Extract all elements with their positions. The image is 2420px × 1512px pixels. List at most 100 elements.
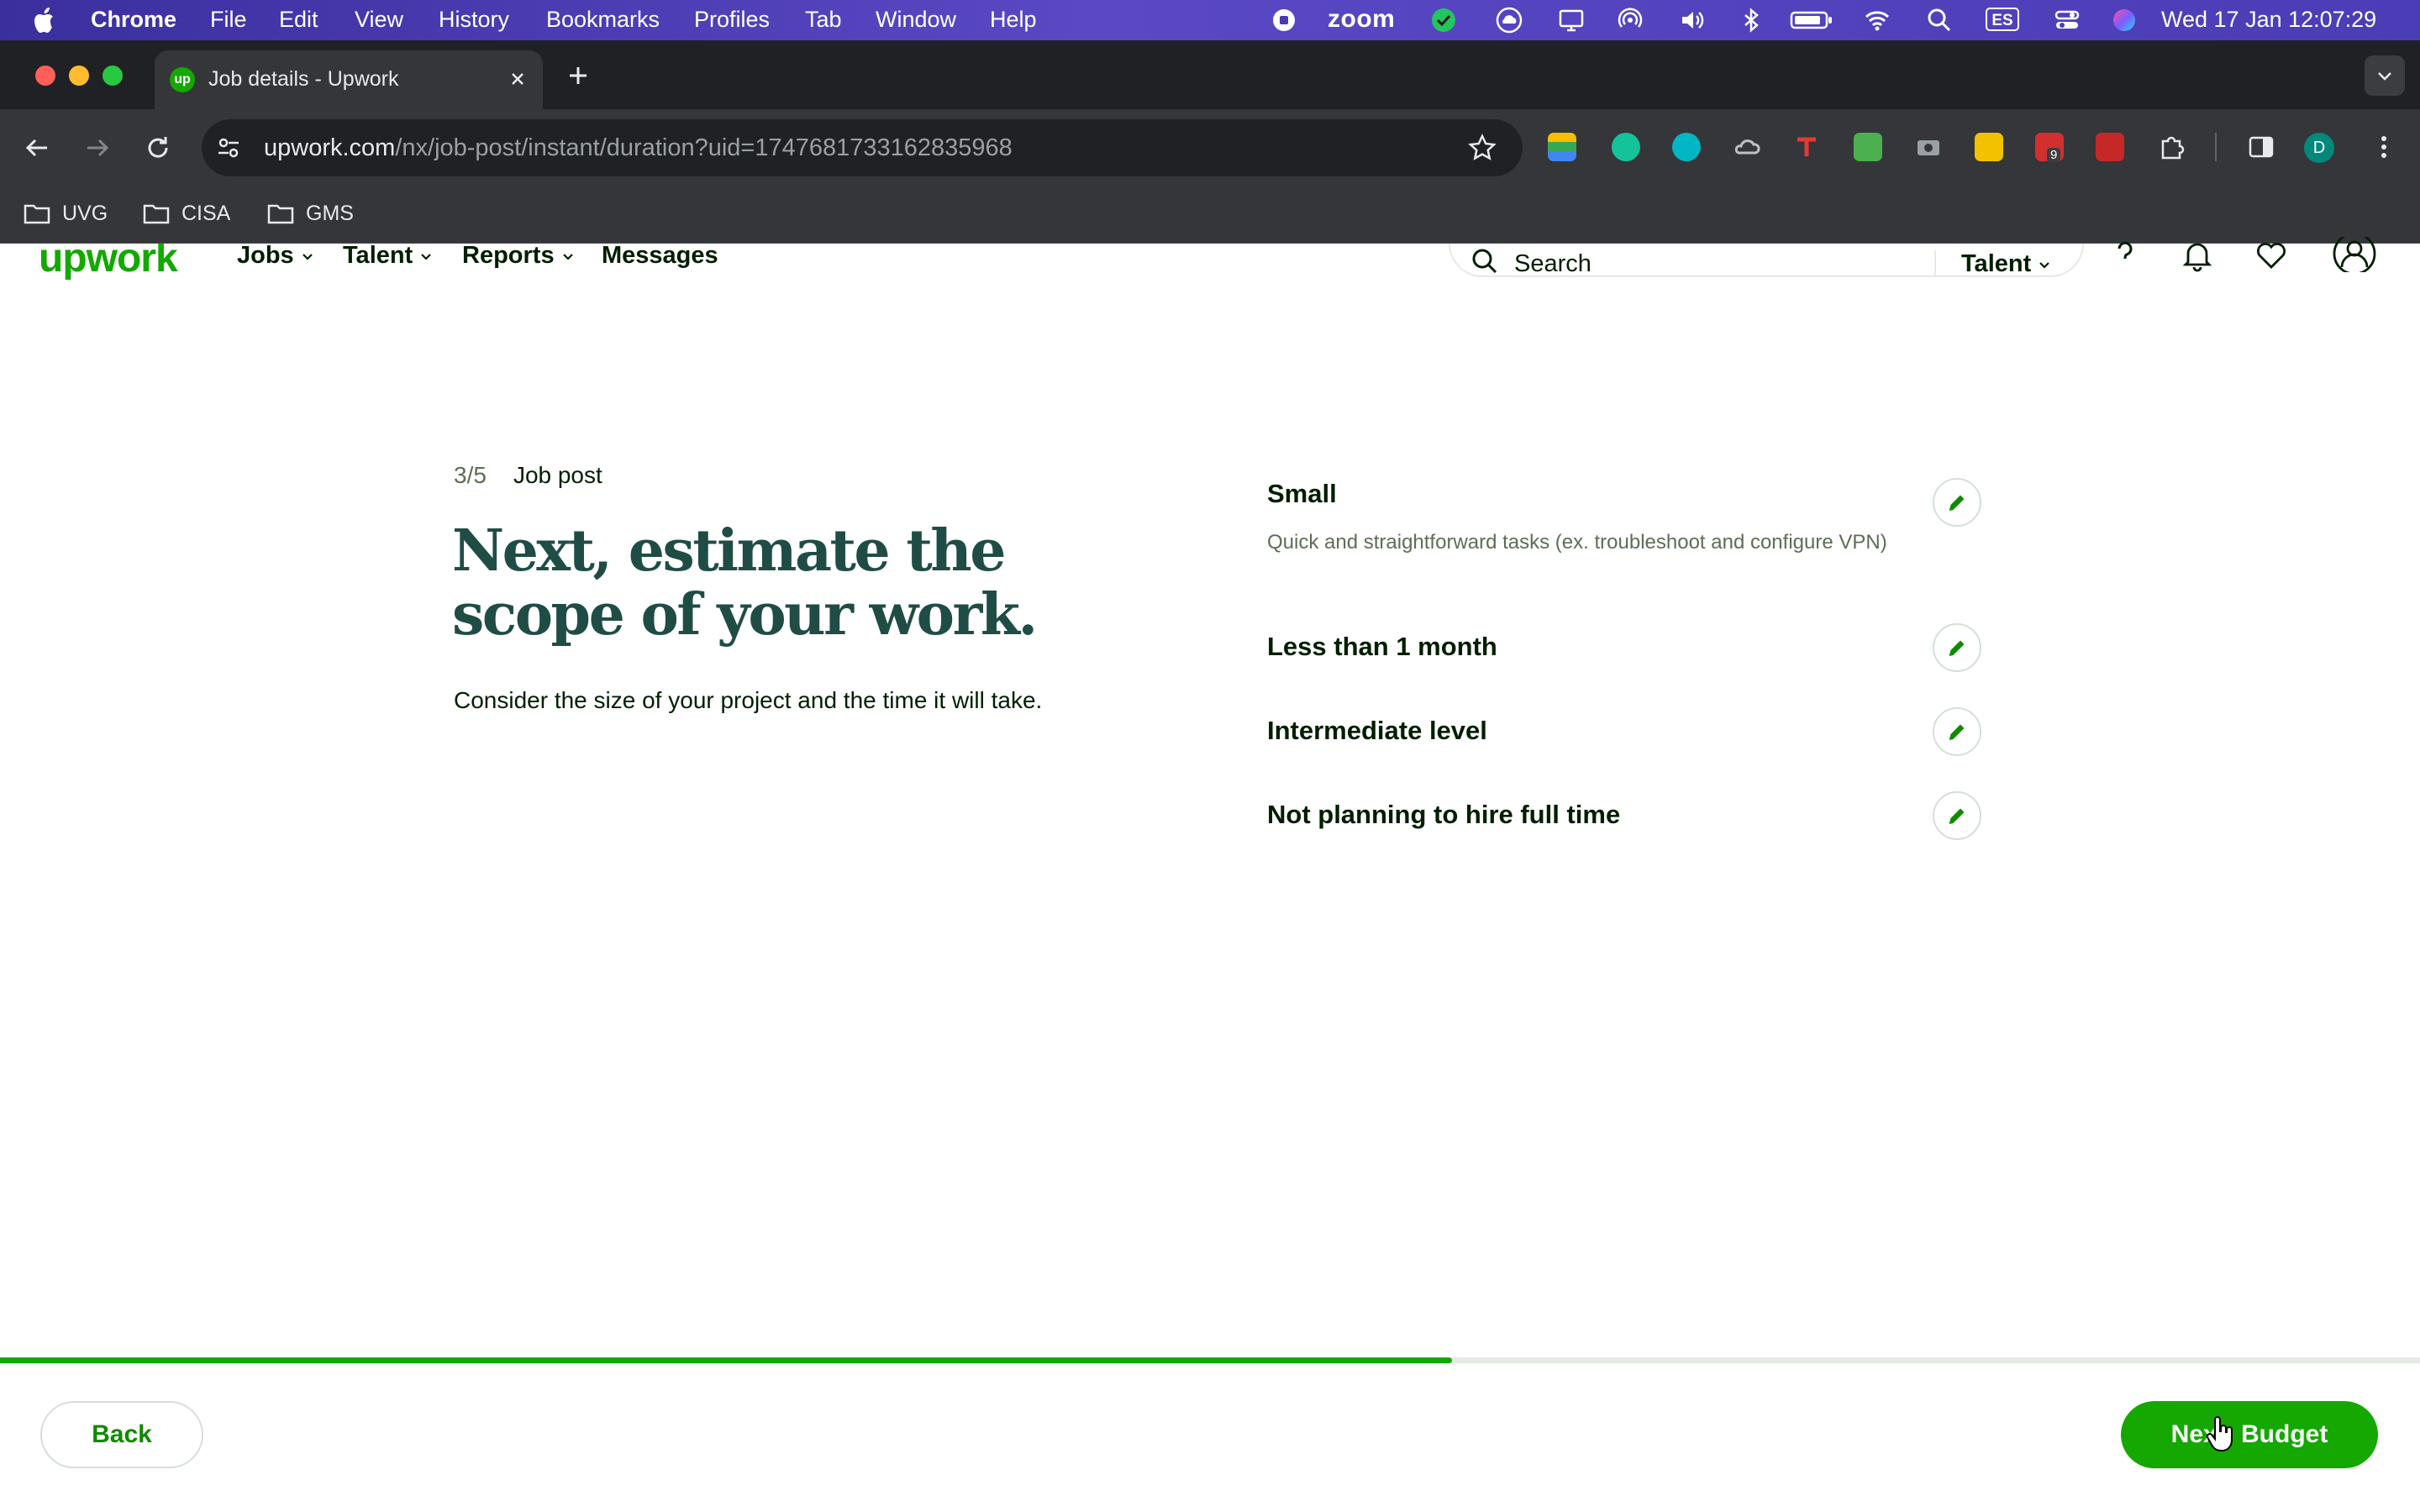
menu-file[interactable]: File [210, 7, 247, 33]
nav-talent[interactable]: Talent [343, 244, 433, 270]
search-icon [1472, 249, 1497, 274]
menu-app-name[interactable]: Chrome [91, 7, 176, 33]
edit-duration-button[interactable] [1933, 623, 1981, 672]
battery-icon[interactable] [1790, 7, 1833, 34]
grammarly-extension-icon[interactable] [1612, 133, 1640, 161]
forward-arrow-icon[interactable] [81, 131, 114, 165]
chevron-down-icon [302, 253, 313, 260]
header-search-box[interactable]: Search Talent [1449, 244, 2084, 277]
bookmark-folder-uvg[interactable]: UVG [24, 197, 108, 230]
back-button[interactable]: Back [40, 1401, 203, 1468]
hand-cursor-icon [2207, 1416, 2233, 1452]
menu-window[interactable]: Window [876, 7, 956, 33]
reload-icon[interactable] [141, 131, 175, 165]
menu-edit[interactable]: Edit [279, 7, 318, 33]
user-icon[interactable] [2333, 237, 2376, 272]
tab-search-button[interactable] [2365, 55, 2405, 96]
extension-stack-icon[interactable] [1548, 133, 1576, 161]
next-budget-button[interactable]: Next: Budget [2121, 1401, 2378, 1468]
edit-experience-button[interactable] [1933, 707, 1981, 756]
nav-talent-label: Talent [343, 244, 413, 269]
window-close-button[interactable] [35, 66, 55, 86]
nav-jobs[interactable]: Jobs [237, 244, 314, 270]
pencil-icon [1949, 640, 1965, 656]
progress-bar [0, 1357, 2420, 1363]
airdrop-icon[interactable] [1617, 7, 1644, 34]
bluetooth-icon[interactable] [1738, 7, 1765, 34]
check-circle-icon[interactable] [1430, 7, 1457, 34]
nav-messages[interactable]: Messages [602, 244, 718, 270]
upwork-logo[interactable]: upwork [39, 244, 178, 281]
siri-icon[interactable] [2111, 7, 2138, 34]
camera-extension-icon[interactable] [1914, 133, 1943, 161]
volume-icon[interactable] [1679, 7, 1706, 34]
record-icon[interactable] [1270, 7, 1297, 34]
chrome-menu-icon[interactable] [2370, 133, 2398, 161]
display-icon[interactable] [1558, 7, 1585, 34]
scope-summary-size: Small Quick and straightforward tasks (e… [1267, 479, 1990, 559]
mail-check-extension-icon[interactable] [1854, 133, 1882, 161]
tab-title: Job details - Upwork [208, 67, 399, 91]
new-tab-icon[interactable] [565, 62, 592, 89]
pencil-icon [1949, 495, 1965, 511]
menubar-clock[interactable]: Wed 17 Jan 12:07:29 [2161, 7, 2376, 33]
back-arrow-icon[interactable] [20, 131, 54, 165]
url-text[interactable]: upwork.com/nx/job-post/instant/duration?… [264, 134, 1013, 162]
spotlight-search-icon[interactable] [1926, 7, 1953, 34]
apple-icon[interactable] [32, 6, 59, 34]
page-subtitle: Consider the size of your project and th… [454, 687, 1043, 713]
folder-icon [24, 204, 50, 224]
step-indicator: 3/5 Job post [454, 462, 602, 489]
scope-size-title: Small [1267, 479, 1337, 508]
input-source-badge[interactable]: ES [1986, 8, 2019, 31]
close-tab-icon[interactable] [504, 66, 531, 92]
red-bar-extension-icon[interactable] [2096, 133, 2124, 161]
edit-size-button[interactable] [1933, 478, 1981, 527]
m-extension-icon[interactable] [1672, 133, 1701, 161]
side-panel-icon[interactable] [2247, 133, 2275, 161]
bookmark-folder-cisa[interactable]: CISA [143, 197, 230, 230]
chevron-down-icon [2378, 72, 2391, 81]
bell-icon[interactable] [2180, 237, 2215, 272]
heart-icon[interactable] [2254, 237, 2289, 272]
scope-size-description: Quick and straightforward tasks (ex. tro… [1267, 531, 1887, 554]
scope-summary-duration: Less than 1 month [1267, 632, 1990, 662]
cloud-icon[interactable] [1496, 7, 1523, 34]
menu-help[interactable]: Help [990, 7, 1037, 33]
chevron-down-icon [2039, 261, 2050, 269]
menu-bookmarks[interactable]: Bookmarks [546, 7, 660, 33]
control-center-icon[interactable] [2054, 7, 2081, 34]
edit-hiring-button[interactable] [1933, 791, 1981, 840]
puzzle-extensions-icon[interactable] [2158, 133, 2186, 161]
pencil-icon [1949, 808, 1965, 824]
menu-view[interactable]: View [355, 7, 403, 33]
chrome-profile-avatar[interactable]: D [2304, 133, 2334, 163]
box-extension-icon[interactable] [1975, 133, 2003, 161]
upwork-favicon-icon: up [170, 67, 195, 92]
zoom-status-label[interactable]: zoom [1328, 5, 1395, 34]
cloud-extension-icon[interactable] [1733, 133, 1761, 161]
chevron-down-icon [562, 253, 573, 260]
red-t-extension-icon[interactable] [1793, 133, 1822, 161]
browser-tab-active[interactable]: up Job details - Upwork [155, 50, 543, 109]
page-title: Next, estimate the scope of your work. [452, 517, 1038, 648]
menu-history[interactable]: History [439, 7, 509, 33]
address-bar[interactable]: upwork.com/nx/job-post/instant/duration?… [202, 119, 1523, 176]
site-info-icon[interactable] [213, 133, 244, 163]
bookmark-folder-gms[interactable]: GMS [267, 197, 354, 230]
search-scope-dropdown[interactable]: Talent [1961, 250, 2051, 278]
extension-count-badge: 9 [2047, 148, 2061, 162]
search-placeholder[interactable]: Search [1514, 250, 1591, 278]
bookmark-star-icon[interactable] [1467, 133, 1497, 163]
menu-tab[interactable]: Tab [805, 7, 842, 33]
help-icon[interactable] [2107, 237, 2143, 272]
window-zoom-button[interactable] [103, 66, 123, 86]
wifi-icon[interactable] [1864, 7, 1891, 34]
scope-hiring-title: Not planning to hire full time [1267, 800, 1621, 829]
bookmark-label: UVG [62, 201, 108, 225]
nav-reports[interactable]: Reports [462, 244, 575, 270]
menu-profiles[interactable]: Profiles [694, 7, 770, 33]
step-label: Job post [513, 462, 602, 488]
window-minimize-button[interactable] [69, 66, 89, 86]
scope-duration-title: Less than 1 month [1267, 632, 1497, 661]
